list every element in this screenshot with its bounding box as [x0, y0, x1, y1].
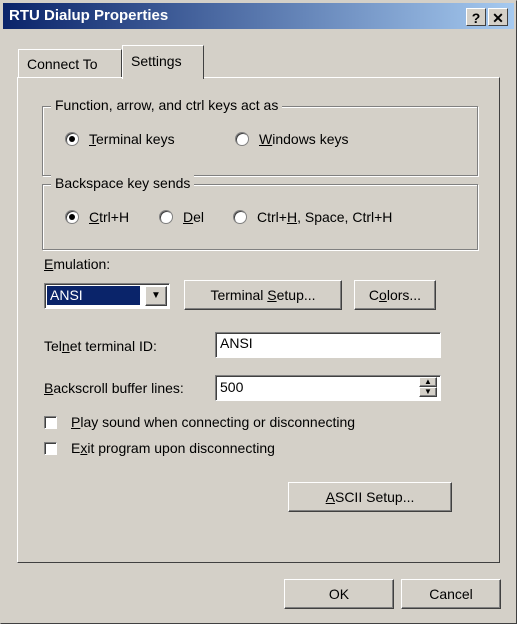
title-bar[interactable]: RTU Dialup Properties ? ✕	[3, 3, 514, 29]
close-button[interactable]: ✕	[488, 8, 508, 26]
play-sound-checkbox[interactable]: Play sound when connecting or disconnect…	[44, 414, 355, 430]
terminal-setup-label: etup...	[276, 287, 316, 303]
ok-button[interactable]: OK	[284, 579, 394, 609]
ascii-setup-mnemonic: A	[325, 489, 335, 505]
terminal-keys-radio[interactable]: Terminal keys	[65, 131, 175, 147]
terminal-setup-button[interactable]: Terminal Setup...	[184, 280, 342, 310]
tab-connect-to-label: Connect To	[27, 56, 98, 72]
del-radio[interactable]: Del	[159, 209, 204, 225]
play-sound-label: lay sound when connecting or disconnecti…	[80, 414, 356, 430]
cancel-button[interactable]: Cancel	[401, 579, 501, 609]
ctrl-h-space-radio-indicator	[233, 210, 247, 224]
window-title: RTU Dialup Properties	[9, 7, 169, 24]
telnet-id-mnemonic: n	[61, 338, 70, 354]
backscroll-input[interactable]: 500 ▲ ▼	[215, 375, 441, 401]
ctrl-h-space-label: , Space, Ctrl+H	[297, 209, 393, 225]
exit-program-checkbox-box	[44, 442, 57, 455]
windows-keys-mnemonic: W	[259, 131, 273, 147]
emulation-select[interactable]: ANSI ▼	[44, 283, 170, 309]
backscroll-label: Backscroll buffer lines:	[44, 380, 184, 396]
ctrl-h-space-radio[interactable]: Ctrl+H, Space, Ctrl+H	[233, 209, 392, 225]
terminal-setup-label-prefix: Terminal	[210, 287, 268, 303]
telnet-id-input[interactable]: ANSI	[215, 332, 441, 358]
colors-mnemonic: o	[379, 287, 387, 303]
del-radio-indicator	[159, 210, 173, 224]
ascii-setup-button[interactable]: ASCII Setup...	[288, 482, 452, 512]
backspace-group-legend: Backspace key sends	[51, 175, 195, 191]
emulation-select-value: ANSI	[46, 285, 141, 306]
ctrl-h-radio-indicator	[65, 210, 79, 224]
backscroll-value: 500	[220, 379, 244, 395]
colors-label: lors...	[386, 287, 422, 303]
chevron-down-icon: ▼	[151, 290, 161, 301]
exit-program-label-prefix: E	[71, 440, 81, 456]
help-button[interactable]: ?	[466, 8, 486, 26]
exit-program-checkbox[interactable]: Exit program upon disconnecting	[44, 440, 275, 456]
backscroll-label-text: ackscroll buffer lines:	[53, 380, 184, 396]
emulation-mnemonic: E	[44, 256, 54, 272]
windows-keys-radio[interactable]: Windows keys	[235, 131, 348, 147]
backspace-group: Backspace key sends Ctrl+H Del Ctrl+H, S…	[42, 175, 478, 250]
terminal-keys-label: erminal keys	[96, 131, 175, 147]
ctrl-h-label: trl+H	[99, 209, 130, 225]
tab-connect-to[interactable]: Connect To	[18, 49, 122, 77]
telnet-id-label-text: et terminal ID:	[69, 338, 157, 354]
terminal-keys-mnemonic: T	[89, 131, 96, 147]
play-sound-checkbox-box	[44, 416, 57, 429]
spin-up-button[interactable]: ▲	[419, 377, 437, 387]
properties-dialog: RTU Dialup Properties ? ✕ Connect To Set…	[0, 0, 517, 624]
dropdown-button[interactable]: ▼	[145, 286, 167, 306]
play-sound-mnemonic: P	[71, 414, 81, 430]
emulation-label-text: mulation:	[53, 256, 111, 272]
caret-up-icon: ▲	[424, 377, 432, 386]
backscroll-mnemonic: B	[44, 380, 54, 396]
tab-settings-label: Settings	[131, 53, 182, 69]
ctrl-h-space-label-prefix: Ctrl+	[257, 209, 287, 225]
windows-keys-label: indows keys	[272, 131, 349, 147]
del-mnemonic: D	[183, 209, 194, 225]
ctrl-h-space-mnemonic: H	[286, 209, 298, 225]
del-label: el	[193, 209, 205, 225]
terminal-setup-mnemonic: S	[267, 287, 277, 303]
keys-group: Function, arrow, and ctrl keys act as Te…	[42, 97, 478, 176]
ctrl-h-radio[interactable]: Ctrl+H	[65, 209, 129, 225]
ctrl-h-mnemonic: C	[89, 209, 100, 225]
telnet-id-label-prefix: Tel	[44, 338, 62, 354]
keys-group-legend: Function, arrow, and ctrl keys act as	[51, 97, 283, 113]
tab-settings[interactable]: Settings	[122, 45, 204, 79]
telnet-id-label: Telnet terminal ID:	[44, 338, 157, 354]
exit-program-label: it program upon disconnecting	[87, 440, 275, 456]
windows-keys-radio-indicator	[235, 132, 249, 146]
ascii-setup-label: SCII Setup...	[334, 489, 415, 505]
spin-down-button[interactable]: ▼	[419, 387, 437, 397]
caret-down-icon: ▼	[424, 387, 432, 396]
settings-panel: Function, arrow, and ctrl keys act as Te…	[17, 77, 500, 563]
colors-label-prefix: C	[368, 287, 380, 303]
terminal-keys-radio-indicator	[65, 132, 79, 146]
colors-button[interactable]: Colors...	[354, 280, 436, 310]
close-icon: ✕	[492, 10, 504, 26]
emulation-label: Emulation:	[44, 256, 110, 272]
